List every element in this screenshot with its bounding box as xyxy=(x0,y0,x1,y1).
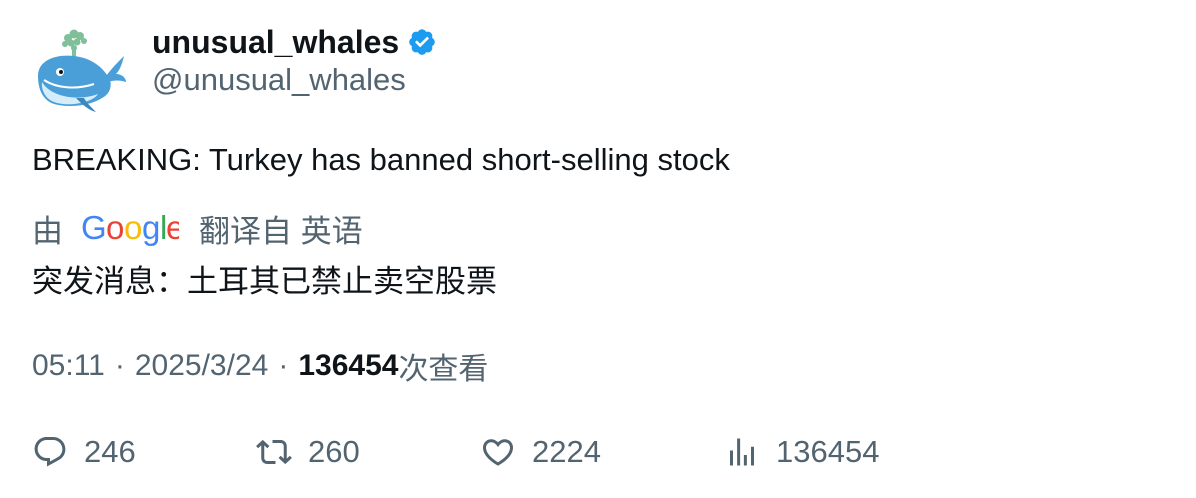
avatar[interactable] xyxy=(32,24,128,114)
verified-badge-icon xyxy=(407,27,437,57)
heart-icon xyxy=(482,439,514,466)
like-button[interactable]: 2224 xyxy=(480,426,601,478)
reply-count: 246 xyxy=(84,434,136,469)
author-handle[interactable]: @unusual_whales xyxy=(152,62,406,98)
meta-separator: · xyxy=(278,349,289,382)
author-name-row: unusual_whales xyxy=(152,22,437,62)
translated-from-label[interactable]: 翻译自 英语 xyxy=(199,206,363,251)
translation-attribution: 由 G o o g l e 翻译自 英语 xyxy=(32,206,363,250)
whale-avatar-icon xyxy=(38,29,126,112)
svg-text:G: G xyxy=(81,209,107,246)
svg-text:o: o xyxy=(124,209,142,246)
tweet-time[interactable]: 05:11 xyxy=(32,349,105,383)
views-button[interactable]: 136454 xyxy=(724,426,879,478)
reply-bubble-icon xyxy=(34,437,66,467)
meta-separator: · xyxy=(114,349,125,382)
svg-text:o: o xyxy=(106,209,124,246)
google-logo: G o o g l e xyxy=(81,206,184,250)
author-display-name[interactable]: unusual_whales xyxy=(152,24,399,61)
like-count: 2224 xyxy=(532,434,601,469)
retweet-count: 260 xyxy=(308,434,360,469)
retweet-arrows-icon xyxy=(256,439,292,465)
svg-text:g: g xyxy=(142,209,160,246)
tweet-card: unusual_whales @unusual_whales BREAKING:… xyxy=(0,0,1196,498)
meta-views-count: 136454 xyxy=(298,349,399,382)
meta-views-label: 次查看 xyxy=(398,353,489,386)
views-count: 136454 xyxy=(776,434,880,469)
svg-text:e: e xyxy=(166,209,179,246)
google-wordmark: G o o g l e xyxy=(81,209,184,246)
reply-button[interactable]: 246 xyxy=(32,426,136,478)
tweet-meta: 05:11 · 2025/3/24 · 136454 次查看 xyxy=(32,344,488,388)
tweet-actions: 246 260 2224 136454 xyxy=(0,426,1196,478)
retweet-button[interactable]: 260 xyxy=(256,426,360,478)
bar-chart-icon xyxy=(730,438,754,466)
translated-by-label: 由 xyxy=(32,213,63,249)
translated-text: 突发消息：土耳其已禁止卖空股票 xyxy=(32,264,497,299)
tweet-date[interactable]: 2025/3/24 xyxy=(135,349,268,383)
tweet-text: BREAKING: Turkey has banned short-sellin… xyxy=(32,142,730,177)
